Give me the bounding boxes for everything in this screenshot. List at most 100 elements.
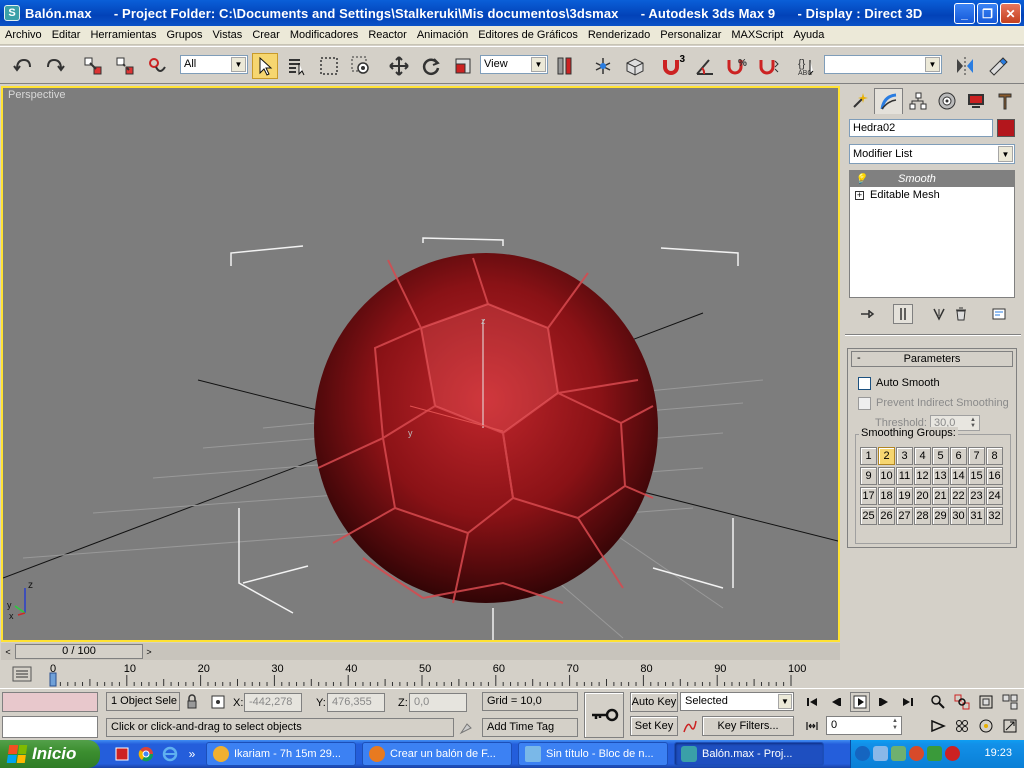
percent-snap-icon[interactable]: % bbox=[724, 53, 750, 79]
smoothing-group-6[interactable]: 6 bbox=[950, 447, 967, 465]
maxscript-input-mini[interactable] bbox=[2, 716, 98, 738]
smoothing-group-30[interactable]: 30 bbox=[950, 507, 967, 525]
select-and-move-icon[interactable] bbox=[386, 53, 412, 79]
set-key-button[interactable]: Set Key bbox=[630, 716, 678, 736]
object-name-field[interactable]: Hedra02 bbox=[849, 119, 993, 137]
smoothing-group-8[interactable]: 8 bbox=[986, 447, 1003, 465]
default-key-button[interactable] bbox=[584, 692, 624, 738]
smoothing-group-17[interactable]: 17 bbox=[860, 487, 877, 505]
internet-explorer-icon[interactable] bbox=[160, 744, 180, 764]
smoothing-group-27[interactable]: 27 bbox=[896, 507, 913, 525]
quicklaunch-overflow-icon[interactable]: » bbox=[182, 744, 202, 764]
previous-frame-arrow[interactable]: < bbox=[1, 644, 15, 659]
angle-snap-icon[interactable] bbox=[692, 53, 718, 79]
go-to-end-icon[interactable] bbox=[898, 692, 918, 712]
smoothing-group-32[interactable]: 32 bbox=[986, 507, 1003, 525]
smoothing-group-18[interactable]: 18 bbox=[878, 487, 895, 505]
remove-modifier-icon[interactable] bbox=[951, 304, 971, 324]
zoom-extents-all-icon[interactable] bbox=[1000, 692, 1020, 712]
task-crear-balon[interactable]: Crear un balón de F... bbox=[362, 742, 512, 766]
parameters-rollout-header[interactable]: - Parameters bbox=[851, 351, 1013, 367]
close-button[interactable]: ✕ bbox=[1000, 3, 1021, 24]
smoothing-group-23[interactable]: 23 bbox=[968, 487, 985, 505]
start-button[interactable]: Inicio bbox=[0, 740, 100, 768]
select-and-manipulate-icon[interactable] bbox=[590, 53, 616, 79]
selection-filter-dropdown[interactable]: All ▼ bbox=[180, 55, 248, 74]
tray-collapse-icon[interactable] bbox=[855, 746, 870, 761]
current-frame-field[interactable]: 0 ▲ ▼ bbox=[826, 716, 902, 735]
go-to-start-icon[interactable] bbox=[802, 692, 822, 712]
menu-editores-graficos[interactable]: Editores de Gráficos bbox=[473, 29, 583, 41]
play-animation-icon[interactable] bbox=[850, 692, 870, 712]
smoothing-group-15[interactable]: 15 bbox=[968, 467, 985, 485]
smoothing-group-11[interactable]: 11 bbox=[896, 467, 913, 485]
next-frame-icon[interactable] bbox=[874, 692, 894, 712]
title-bar[interactable]: S Balón.max - Project Folder: C:\Documen… bbox=[0, 0, 1024, 26]
smoothing-group-1[interactable]: 1 bbox=[860, 447, 877, 465]
menu-animacion[interactable]: Animación bbox=[412, 29, 473, 41]
keyboard-shortcut-override-icon[interactable] bbox=[622, 53, 648, 79]
menu-personalizar[interactable]: Personalizar bbox=[655, 29, 726, 41]
menu-archivo[interactable]: Archivo bbox=[0, 29, 47, 41]
smoothing-group-9[interactable]: 9 bbox=[860, 467, 877, 485]
minimize-button[interactable]: _ bbox=[954, 3, 975, 24]
menu-renderizado[interactable]: Renderizado bbox=[583, 29, 655, 41]
display-tab-icon[interactable] bbox=[961, 88, 990, 114]
collapse-minus-icon[interactable]: - bbox=[857, 352, 861, 364]
smoothing-group-20[interactable]: 20 bbox=[914, 487, 931, 505]
smoothing-group-28[interactable]: 28 bbox=[914, 507, 931, 525]
maxscript-listener-mini[interactable] bbox=[2, 692, 98, 712]
time-slider-thumb[interactable]: 0 / 100 bbox=[15, 644, 143, 659]
menu-editar[interactable]: Editar bbox=[47, 29, 86, 41]
current-time-marker[interactable] bbox=[49, 672, 57, 687]
smoothing-group-12[interactable]: 12 bbox=[914, 467, 931, 485]
select-by-name-icon[interactable] bbox=[284, 53, 310, 79]
open-mini-curve-editor-icon[interactable] bbox=[12, 666, 32, 682]
time-slider[interactable]: 0 / 100 < > bbox=[1, 643, 840, 660]
menu-maxscript[interactable]: MAXScript bbox=[726, 29, 788, 41]
smoothing-group-2[interactable]: 2 bbox=[878, 447, 895, 465]
smoothing-group-29[interactable]: 29 bbox=[932, 507, 949, 525]
smoothing-group-19[interactable]: 19 bbox=[896, 487, 913, 505]
restore-button[interactable]: ❐ bbox=[977, 3, 998, 24]
track-bar[interactable]: 0 10 20 30 40 50 60 70 80 90 100 bbox=[1, 661, 840, 688]
smoothing-group-13[interactable]: 13 bbox=[932, 467, 949, 485]
task-notepad[interactable]: Sin título - Bloc de n... bbox=[518, 742, 668, 766]
pan-view-icon[interactable] bbox=[952, 716, 972, 736]
smoothing-group-25[interactable]: 25 bbox=[860, 507, 877, 525]
tray-messenger-icon[interactable] bbox=[891, 746, 906, 761]
stack-item-editable-mesh[interactable]: + Editable Mesh bbox=[850, 187, 1014, 203]
menu-reactor[interactable]: Reactor bbox=[363, 29, 412, 41]
smoothing-group-5[interactable]: 5 bbox=[932, 447, 949, 465]
smoothing-group-14[interactable]: 14 bbox=[950, 467, 967, 485]
menu-modificadores[interactable]: Modificadores bbox=[285, 29, 363, 41]
key-mode-toggle-icon[interactable] bbox=[802, 716, 822, 736]
smoothing-group-31[interactable]: 31 bbox=[968, 507, 985, 525]
pivot-center-icon[interactable] bbox=[552, 53, 578, 79]
named-selection-sets-dropdown[interactable]: ▼ bbox=[824, 55, 942, 74]
menu-ayuda[interactable]: Ayuda bbox=[788, 29, 829, 41]
quicklaunch-app-icon[interactable] bbox=[112, 744, 132, 764]
tray-app-icon[interactable] bbox=[927, 746, 942, 761]
chrome-icon[interactable] bbox=[136, 744, 156, 764]
motion-tab-icon[interactable] bbox=[932, 88, 961, 114]
zoom-all-icon[interactable] bbox=[952, 692, 972, 712]
y-coordinate-field[interactable]: 476,355 bbox=[327, 693, 385, 712]
maximize-viewport-icon[interactable] bbox=[1000, 716, 1020, 736]
lock-selection-icon[interactable] bbox=[182, 692, 202, 712]
make-unique-icon[interactable] bbox=[929, 304, 949, 324]
select-object-icon[interactable] bbox=[252, 53, 278, 79]
spinner-snap-icon[interactable] bbox=[756, 53, 782, 79]
show-end-result-icon[interactable] bbox=[893, 304, 913, 324]
configure-modifier-sets-icon[interactable] bbox=[989, 304, 1009, 324]
perspective-viewport[interactable]: Perspective z y z y x bbox=[1, 86, 840, 642]
snaps-toggle-icon[interactable]: 3 bbox=[660, 53, 686, 79]
add-time-tag-field[interactable]: Add Time Tag bbox=[482, 718, 578, 737]
smoothing-group-7[interactable]: 7 bbox=[968, 447, 985, 465]
align-icon[interactable] bbox=[984, 53, 1010, 79]
smoothing-group-3[interactable]: 3 bbox=[896, 447, 913, 465]
tray-security-icon[interactable] bbox=[945, 746, 960, 761]
create-tab-icon[interactable] bbox=[845, 88, 874, 114]
smoothing-group-24[interactable]: 24 bbox=[986, 487, 1003, 505]
smoothing-group-21[interactable]: 21 bbox=[932, 487, 949, 505]
